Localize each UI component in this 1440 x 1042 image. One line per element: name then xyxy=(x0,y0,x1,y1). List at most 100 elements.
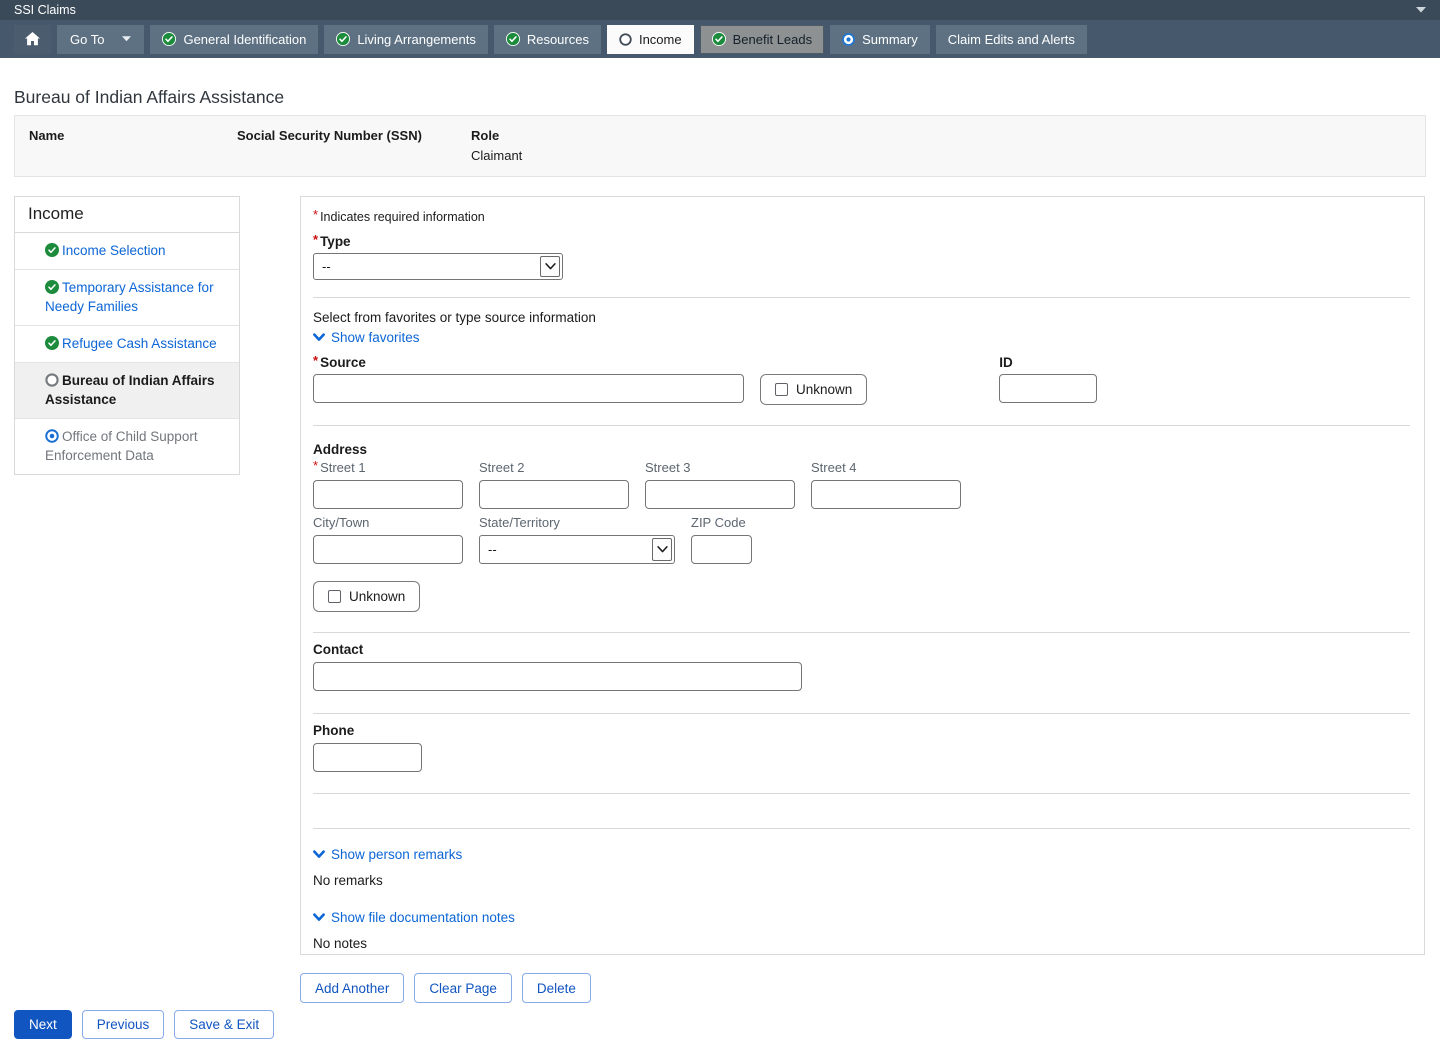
city-label: City/Town xyxy=(313,515,463,530)
sidebar-item-label: Bureau of Indian Affairs Assistance xyxy=(45,373,215,407)
type-select-value: -- xyxy=(322,259,331,274)
tab-label: Summary xyxy=(862,32,918,47)
previous-button[interactable]: Previous xyxy=(82,1010,165,1039)
id-input[interactable] xyxy=(999,374,1097,403)
address-heading: Address xyxy=(313,442,1410,457)
sidebar-item-income-selection[interactable]: Income Selection xyxy=(15,233,239,270)
id-field-group: ID xyxy=(999,355,1097,403)
show-file-documentation-notes-link[interactable]: Show file documentation notes xyxy=(313,910,515,925)
sidebar-item-refugee-cash-assistance[interactable]: Refugee Cash Assistance xyxy=(15,326,239,363)
city-input[interactable] xyxy=(313,535,463,564)
window-menu-caret[interactable] xyxy=(1416,7,1426,13)
show-file-documentation-notes-label: Show file documentation notes xyxy=(331,910,515,925)
check-circle-icon xyxy=(162,32,176,46)
sidebar-item-label: Office of Child Support Enforcement Data xyxy=(45,429,198,463)
street2-input[interactable] xyxy=(479,480,629,509)
divider xyxy=(313,793,1410,794)
delete-button[interactable]: Delete xyxy=(522,973,591,1003)
tab-general-identification[interactable]: General Identification xyxy=(150,25,318,54)
next-button[interactable]: Next xyxy=(14,1010,72,1039)
sidebar-item-label: Income Selection xyxy=(62,243,166,258)
tab-label: Living Arrangements xyxy=(357,32,476,47)
tab-income[interactable]: Income xyxy=(607,25,694,54)
state-label: State/Territory xyxy=(479,515,675,530)
divider xyxy=(313,632,1410,633)
zip-field-group: ZIP Code xyxy=(691,515,752,564)
type-label: *Type xyxy=(313,234,1410,249)
person-banner: Name Social Security Number (SSN) Role C… xyxy=(14,115,1426,177)
tab-claim-edits-and-alerts[interactable]: Claim Edits and Alerts xyxy=(936,25,1087,54)
caret-down-icon xyxy=(122,36,131,42)
tab-label: Claim Edits and Alerts xyxy=(948,32,1075,47)
tab-summary[interactable]: Summary xyxy=(830,25,930,54)
save-and-exit-button[interactable]: Save & Exit xyxy=(174,1010,274,1039)
show-person-remarks-label: Show person remarks xyxy=(331,847,462,862)
tab-benefit-leads[interactable]: Benefit Leads xyxy=(700,25,825,54)
street1-field-group: *Street 1 xyxy=(313,460,463,509)
phone-field-group: Phone xyxy=(313,723,1410,772)
street2-label: Street 2 xyxy=(479,460,629,475)
page-footer-actions: Next Previous Save & Exit xyxy=(14,1010,274,1039)
person-name-column: Name xyxy=(29,128,64,148)
street3-label: Street 3 xyxy=(645,460,795,475)
type-select[interactable]: -- xyxy=(313,253,563,280)
tab-living-arrangements[interactable]: Living Arrangements xyxy=(324,25,488,54)
app-title: SSI Claims xyxy=(14,3,76,17)
sidebar-item-ocse-data[interactable]: Office of Child Support Enforcement Data xyxy=(15,419,239,474)
tab-label: Benefit Leads xyxy=(733,32,813,47)
source-field-group: *Source xyxy=(313,355,744,403)
sidebar-item-label: Refugee Cash Assistance xyxy=(62,336,217,351)
contact-field-group: Contact xyxy=(313,642,1410,691)
type-field-group: *Type -- xyxy=(313,234,1410,280)
show-favorites-link[interactable]: Show favorites xyxy=(313,330,420,345)
tab-resources[interactable]: Resources xyxy=(494,25,601,54)
contact-input[interactable] xyxy=(313,662,802,691)
tab-label: Resources xyxy=(527,32,589,47)
state-select-value: -- xyxy=(488,542,497,557)
street4-input[interactable] xyxy=(811,480,961,509)
bia-assistance-form: *Indicates required information *Type --… xyxy=(300,196,1425,955)
chevron-down-icon xyxy=(313,850,325,859)
title-bar: SSI Claims xyxy=(0,0,1440,20)
street3-input[interactable] xyxy=(645,480,795,509)
home-button[interactable] xyxy=(14,25,51,54)
tab-label: Income xyxy=(639,32,682,47)
clear-page-button[interactable]: Clear Page xyxy=(414,973,512,1003)
checkbox-icon xyxy=(328,590,341,603)
no-notes-text: No notes xyxy=(313,936,1410,951)
check-circle-icon xyxy=(712,32,726,46)
show-favorites-label: Show favorites xyxy=(331,330,420,345)
main-navigation: Go To General Identification Living Arra… xyxy=(0,20,1440,58)
zip-label: ZIP Code xyxy=(691,515,752,530)
source-unknown-checkbox[interactable]: Unknown xyxy=(760,374,867,405)
source-input[interactable] xyxy=(313,374,744,403)
phone-input[interactable] xyxy=(313,743,422,772)
contact-label: Contact xyxy=(313,642,1410,657)
form-actions: Add Another Clear Page Delete xyxy=(300,973,591,1003)
street4-label: Street 4 xyxy=(811,460,961,475)
ssn-label: Social Security Number (SSN) xyxy=(237,128,422,143)
check-circle-icon xyxy=(45,243,59,257)
role-label: Role xyxy=(471,128,522,143)
check-circle-icon xyxy=(45,280,59,294)
role-value: Claimant xyxy=(471,148,522,163)
sidebar-item-tanf[interactable]: Temporary Assistance for Needy Families xyxy=(15,270,239,326)
sidebar-item-label: Temporary Assistance for Needy Families xyxy=(45,280,214,314)
street1-input[interactable] xyxy=(313,480,463,509)
state-field-group: State/Territory -- xyxy=(479,515,675,564)
required-marker: * xyxy=(313,207,318,222)
person-ssn-column: Social Security Number (SSN) xyxy=(237,128,422,148)
favorites-hint: Select from favorites or type source inf… xyxy=(313,310,1410,325)
id-label: ID xyxy=(999,355,1097,370)
address-unknown-checkbox[interactable]: Unknown xyxy=(313,581,420,612)
go-to-dropdown[interactable]: Go To xyxy=(57,25,144,54)
show-person-remarks-link[interactable]: Show person remarks xyxy=(313,847,462,862)
state-select[interactable]: -- xyxy=(479,535,675,564)
chevron-down-icon xyxy=(313,913,325,922)
add-another-button[interactable]: Add Another xyxy=(300,973,404,1003)
open-circle-icon xyxy=(45,373,59,387)
chevron-down-icon xyxy=(313,333,325,342)
zip-input[interactable] xyxy=(691,535,752,564)
sidebar-item-bureau-of-indian-affairs[interactable]: Bureau of Indian Affairs Assistance xyxy=(15,363,239,419)
no-remarks-text: No remarks xyxy=(313,873,1410,888)
